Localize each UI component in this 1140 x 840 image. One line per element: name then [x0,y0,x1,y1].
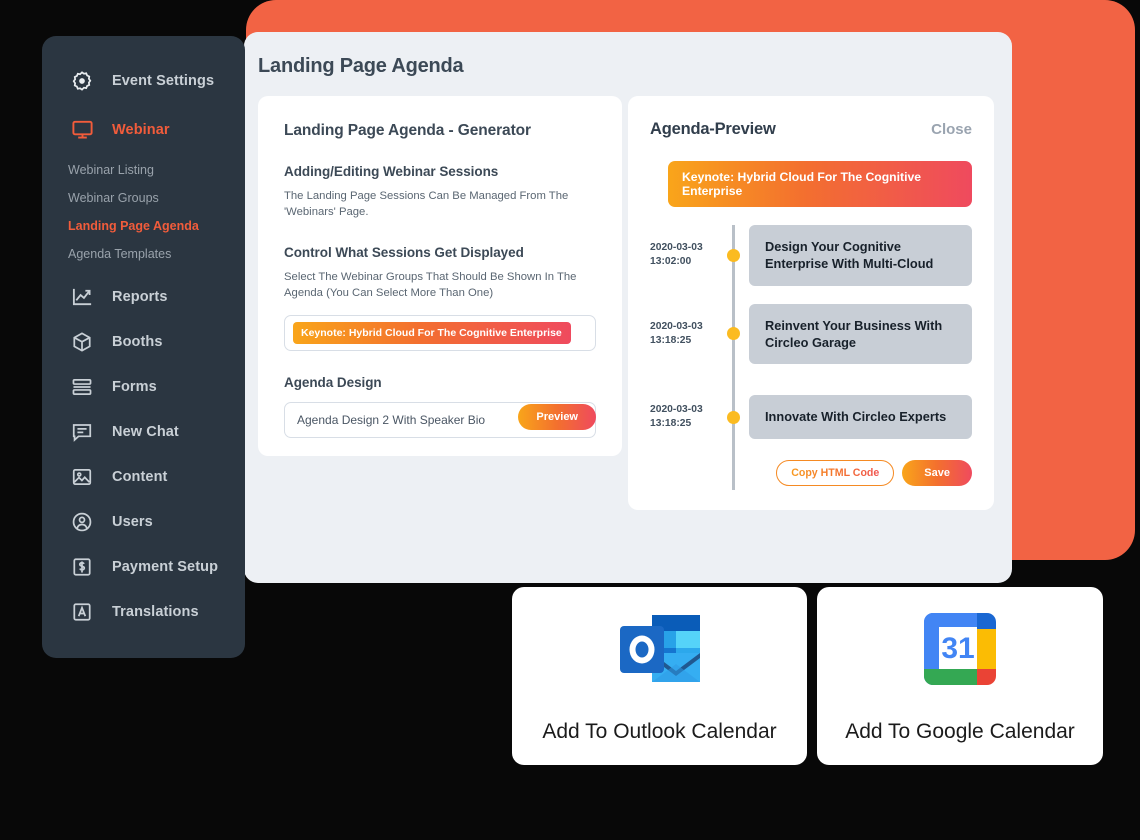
monitor-icon [68,116,96,144]
section-text-control-sessions: Select The Webinar Groups That Should Be… [284,270,577,300]
sidebar-item-translations[interactable]: Translations [42,589,245,634]
sidebar-webinar-subnav: Webinar Listing Webinar Groups Landing P… [42,156,245,268]
copy-html-code-button[interactable]: Copy HTML Code [776,460,895,487]
sidebar-item-label: Event Settings [112,72,215,89]
sidebar-item-label: Booths [112,333,163,350]
generator-card: Landing Page Agenda - Generator Adding/E… [258,96,622,456]
sidebar-item-label: Users [112,513,153,530]
save-button[interactable]: Save [902,460,972,487]
section-title-control-sessions: Control What Sessions Get Displayed [284,244,524,260]
timeline-session-title: Design Your Cognitive Enterprise With Mu… [749,225,972,286]
add-to-outlook-calendar-label: Add To Outlook Calendar [542,719,777,743]
section-title-adding-editing: Adding/Editing Webinar Sessions [284,164,499,179]
sidebar-item-content[interactable]: Content [42,454,245,499]
agenda-preview-card: Agenda-Preview Close Keynote: Hybrid Clo… [628,96,994,510]
sidebar-subitem-label: Webinar Listing [68,163,154,177]
image-icon [68,463,96,491]
cube-icon [68,328,96,356]
outlook-icon [617,609,703,694]
sidebar-item-users[interactable]: Users [42,499,245,544]
sidebar-item-label: New Chat [112,423,179,440]
timeline-session-title: Reinvent Your Business With Circleo Gara… [749,303,972,365]
sidebar-item-booths[interactable]: Booths [42,319,245,364]
sidebar-subitem-webinar-listing[interactable]: Webinar Listing [42,156,245,184]
sidebar-item-label: Webinar [112,121,170,138]
gear-icon [68,67,96,95]
timeline-timestamp: 2020-03-03 13:18:25 [650,320,722,348]
preview-button[interactable]: Preview [518,404,596,430]
add-to-google-calendar-card[interactable]: 31 Add To Google Calendar [817,587,1103,765]
preview-title: Agenda-Preview [650,120,776,138]
timeline-time: 13:18:25 [650,334,692,346]
google-calendar-icon: 31 [920,609,1000,694]
screen-root: Event Settings Webinar Webinar Listing W… [0,0,1140,840]
webinar-groups-multiselect[interactable]: Keynote: Hybrid Cloud For The Cognitive … [284,314,596,351]
sidebar-item-forms[interactable]: Forms [42,364,245,409]
timeline-time: 13:18:25 [650,418,692,430]
preview-actions: Copy HTML Code Save [650,460,972,487]
sidebar-item-label: Reports [112,288,168,305]
label-agenda-design: Agenda Design [284,374,382,390]
selected-group-chip[interactable]: Keynote: Hybrid Cloud For The Cognitive … [293,321,571,344]
sidebar-subitem-landing-page-agenda[interactable]: Landing Page Agenda [42,212,245,240]
timeline-item: 2020-03-03 13:18:25 Innovate With Circle… [650,392,972,442]
section-text-adding-editing: The Landing Page Sessions Can Be Managed… [284,190,569,219]
timeline-date: 2020-03-03 [650,404,703,416]
add-to-google-calendar-label: Add To Google Calendar [845,719,1075,743]
timeline-date: 2020-03-03 [650,242,703,254]
chat-icon [68,418,96,446]
keynote-group-bar: Keynote: Hybrid Cloud For The Cognitive … [668,161,972,207]
preview-header: Agenda-Preview Close [650,120,972,139]
sidebar-item-webinar[interactable]: Webinar [42,107,245,152]
sidebar-item-new-chat[interactable]: New Chat [42,409,245,454]
dollar-icon [68,553,96,581]
timeline-item: 2020-03-03 13:18:25 Reinvent Your Busine… [650,303,972,365]
sidebar-subitem-agenda-templates[interactable]: Agenda Templates [42,240,245,268]
sidebar-item-label: Content [112,468,168,485]
sidebar: Event Settings Webinar Webinar Listing W… [42,36,245,658]
timeline-dot-icon [727,410,740,424]
timeline-time: 13:02:00 [650,256,692,268]
timeline-timestamp: 2020-03-03 13:02:00 [650,241,722,269]
timeline-dot-icon [727,248,740,262]
agenda-timeline: 2020-03-03 13:02:00 Design Your Cognitiv… [650,225,972,490]
chart-line-icon [68,283,96,311]
forms-icon [68,373,96,401]
add-to-outlook-calendar-card[interactable]: Add To Outlook Calendar [512,587,807,765]
page-title: Landing Page Agenda [258,55,464,77]
sidebar-item-label: Forms [112,378,157,395]
sidebar-subitem-label: Webinar Groups [68,191,159,205]
sidebar-item-label: Translations [112,603,199,620]
timeline-dot-icon [727,327,740,341]
sidebar-subitem-label: Landing Page Agenda [68,219,199,233]
generator-actions: Preview [518,404,596,430]
sidebar-item-event-settings[interactable]: Event Settings [42,58,245,103]
timeline-session-title: Innovate With Circleo Experts [749,395,972,439]
sidebar-item-reports[interactable]: Reports [42,274,245,319]
timeline-timestamp: 2020-03-03 13:18:25 [650,403,722,431]
user-circle-icon [68,508,96,536]
timeline-date: 2020-03-03 [650,320,703,332]
generator-card-title: Landing Page Agenda - Generator [284,122,531,139]
sidebar-subitem-webinar-groups[interactable]: Webinar Groups [42,184,245,212]
sidebar-subitem-label: Agenda Templates [68,247,172,261]
sidebar-item-label: Payment Setup [112,558,219,575]
letter-a-icon [68,598,96,626]
sidebar-item-payment-setup[interactable]: Payment Setup [42,544,245,589]
google-calendar-day-number: 31 [941,632,974,665]
timeline-item: 2020-03-03 13:02:00 Design Your Cognitiv… [650,225,972,286]
close-button[interactable]: Close [931,121,972,138]
agenda-design-selected-value: Agenda Design 2 With Speaker Bio [297,412,486,427]
